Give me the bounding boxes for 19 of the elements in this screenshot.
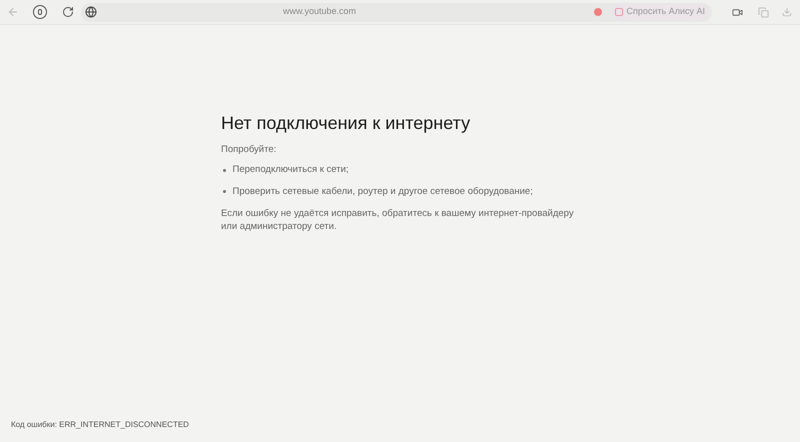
- back-arrow-icon: [7, 6, 19, 18]
- suggestion-text: Проверить сетевые кабели, роутер и другое сетевое оборудование;: [232, 184, 533, 198]
- address-text: www.youtube.com: [283, 5, 356, 18]
- error-title: Нет подключения к интернету: [221, 112, 472, 134]
- reload-icon: [62, 6, 74, 18]
- bullet-icon: [223, 169, 226, 172]
- address-bar[interactable]: www.youtube.com Спросить Алису AI: [81, 2, 712, 22]
- globe-icon: [85, 6, 97, 18]
- copy-icon: [758, 6, 768, 18]
- bullet-icon: [223, 190, 226, 193]
- help-note: Если ошибку не удаётся исправить, обратитесь к вашему интернет-провайдеру или администратору сети.: [221, 206, 575, 233]
- profile-button[interactable]: [33, 5, 47, 19]
- error-code: Код ошибки: ERR_INTERNET_DISCONNECTED: [10, 419, 190, 431]
- download-icon: [782, 7, 792, 17]
- video-camera-icon: [732, 6, 742, 18]
- assistant-button[interactable]: Спросить Алису AI: [612, 4, 708, 20]
- suggestion-text: Переподключиться к сети;: [232, 163, 349, 178]
- suggestion-intro: Попробуйте:: [221, 143, 278, 157]
- record-icon: [594, 8, 602, 16]
